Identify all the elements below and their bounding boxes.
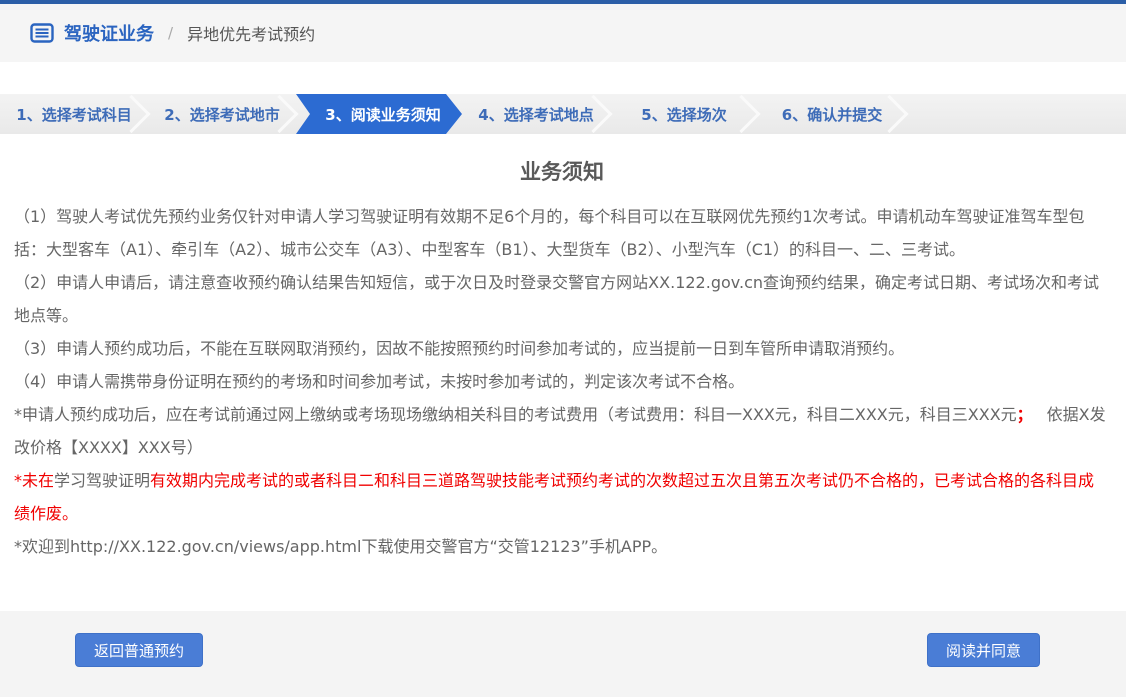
fee-note-text: *申请人预约成功后，应在考试前通过网上缴纳或考场现场缴纳相关科目的考试费用（考试… [14, 405, 1017, 424]
step-tab-4: 4、选择考试地点 [462, 94, 610, 134]
notice-paragraph-3: （3）申请人预约成功后，不能在互联网取消预约，因故不能按照预约时间参加考试的，应… [14, 332, 1110, 365]
warning-note-prefix: *未在 [14, 471, 54, 490]
notice-paragraphs: （1）驾驶人考试优先预约业务仅针对申请人学习驾驶证明有效期不足6个月的，每个科目… [14, 200, 1110, 398]
step-label: 5、选择场次 [641, 104, 726, 125]
step-label: 6、确认并提交 [782, 104, 882, 125]
step-tab-5: 5、选择场次 [610, 94, 758, 134]
back-to-normal-booking-button[interactable]: 返回普通预约 [75, 633, 203, 667]
page-title: 业务须知 [14, 160, 1110, 185]
step-bar: 1、选择考试科目 2、选择考试地市 3、阅读业务须知 4、选择考试地点 5、选择… [0, 94, 1126, 134]
notice-paragraph-1: （1）驾驶人考试优先预约业务仅针对申请人学习驾驶证明有效期不足6个月的，每个科目… [14, 200, 1110, 266]
step-tab-1: 1、选择考试科目 [0, 94, 148, 134]
step-bar-filler [906, 94, 1126, 134]
breadcrumb-root[interactable]: 驾驶证业务 [64, 20, 154, 46]
step-label: 2、选择考试地市 [164, 104, 279, 125]
list-icon [30, 23, 54, 43]
warning-note: *未在学习驾驶证明有效期内完成考试的或者科目二和科目三道路驾驶技能考试预约考试的… [14, 464, 1110, 530]
step-tab-3-active: 3、阅读业务须知 [296, 94, 462, 134]
fee-note: *申请人预约成功后，应在考试前通过网上缴纳或考场现场缴纳相关科目的考试费用（考试… [14, 398, 1110, 464]
step-label: 1、选择考试科目 [16, 104, 131, 125]
step-tab-6: 6、确认并提交 [758, 94, 906, 134]
notice-paragraph-4: （4）申请人需携带身份证明在预约的考场和时间参加考试，未按时参加考试的，判定该次… [14, 365, 1110, 398]
notice-paragraph-2: （2）申请人申请后，请注意查收预约确认结果告知短信，或于次日及时登录交警官方网站… [14, 266, 1110, 332]
step-label: 3、阅读业务须知 [325, 104, 440, 125]
breadcrumb-current: 异地优先考试预约 [187, 21, 315, 45]
notice-content: 业务须知 （1）驾驶人考试优先预约业务仅针对申请人学习驾驶证明有效期不足6个月的… [0, 160, 1126, 563]
app-note: *欢迎到http://XX.122.gov.cn/views/app.html下… [14, 530, 1110, 563]
footer-bar: 返回普通预约 阅读并同意 [0, 611, 1126, 697]
header: 驾驶证业务 / 异地优先考试预约 [0, 4, 1126, 62]
read-and-agree-button[interactable]: 阅读并同意 [927, 633, 1040, 667]
fee-note-semicolon: ； [1017, 405, 1033, 424]
warning-note-red: 有效期内完成考试的或者科目二和科目三道路驾驶技能考试预约考试的次数超过五次且第五… [14, 471, 1094, 523]
step-label: 4、选择考试地点 [478, 104, 593, 125]
warning-note-gray: 学习驾驶证明 [54, 471, 150, 490]
breadcrumb-separator: / [168, 24, 173, 42]
step-tab-2: 2、选择考试地市 [148, 94, 296, 134]
